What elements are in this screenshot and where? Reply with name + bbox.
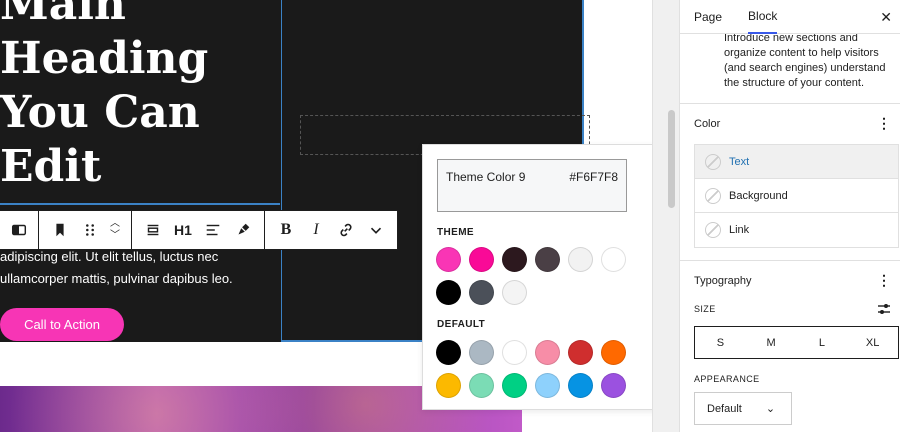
italic-icon[interactable]: I <box>301 215 331 245</box>
selected-color-hex: #F6F7F8 <box>569 170 618 184</box>
paragraph-block[interactable]: ip adipiscing elit. Ut elit tellus, luct… <box>0 224 280 290</box>
color-swatch[interactable] <box>436 340 461 365</box>
theme-swatches-row-1 <box>436 247 626 272</box>
size-label: SIZE <box>694 304 716 314</box>
paragraph-line-3: ullamcorper mattis, pulvinar dapibus leo… <box>0 271 233 286</box>
color-item-label: Text <box>729 155 750 168</box>
color-swatch[interactable] <box>601 373 626 398</box>
color-item-text[interactable]: Text <box>695 145 898 179</box>
move-down-icon[interactable]: ﹀ <box>110 230 120 242</box>
move-up-icon[interactable]: ︿ <box>110 218 120 230</box>
size-option-s[interactable]: S <box>695 327 746 358</box>
color-item-background[interactable]: Background <box>695 179 898 213</box>
color-swatch[interactable] <box>568 340 593 365</box>
heading-level-button[interactable]: H1 <box>168 215 198 245</box>
color-item-label: Background <box>729 189 788 202</box>
drag-handle-icon[interactable] <box>75 215 105 245</box>
size-option-xl[interactable]: XL <box>847 327 898 358</box>
color-item-list: Text Background Link <box>694 144 899 248</box>
tab-block[interactable]: Block <box>748 0 778 34</box>
color-swatch[interactable] <box>469 340 494 365</box>
heading-block[interactable]: Main Heading You Can Edit <box>0 0 280 205</box>
theme-swatches-row-2 <box>436 280 527 305</box>
default-swatches-row-1 <box>436 340 626 365</box>
default-label: DEFAULT <box>437 319 486 330</box>
chevron-down-icon[interactable] <box>361 215 391 245</box>
typography-options-icon[interactable]: ⋮ <box>877 272 891 289</box>
highlighter-icon[interactable] <box>228 215 258 245</box>
color-swatch[interactable] <box>568 247 593 272</box>
color-swatch[interactable] <box>436 247 461 272</box>
color-swatch[interactable] <box>568 373 593 398</box>
tab-page[interactable]: Page <box>694 0 722 34</box>
bookmark-icon[interactable] <box>45 215 75 245</box>
empty-swatch-icon <box>705 187 721 204</box>
align-icon[interactable] <box>138 215 168 245</box>
color-options-icon[interactable]: ⋮ <box>877 115 891 132</box>
color-swatch[interactable] <box>535 247 560 272</box>
chevron-down-icon: ⌄ <box>765 403 776 415</box>
selected-color-preview[interactable]: Theme Color 9 #F6F7F8 <box>437 159 627 212</box>
color-swatch[interactable] <box>502 247 527 272</box>
editor-scrollbar[interactable] <box>652 0 679 432</box>
color-swatch[interactable] <box>535 340 560 365</box>
block-description: Introduce new sections and organize cont… <box>724 32 886 89</box>
color-swatch[interactable] <box>502 373 527 398</box>
theme-label: THEME <box>437 227 474 238</box>
bold-icon[interactable]: B <box>271 215 301 245</box>
color-swatch[interactable] <box>601 247 626 272</box>
color-swatch[interactable] <box>436 373 461 398</box>
font-size-picker: S M L XL <box>694 326 899 359</box>
selected-color-name: Theme Color 9 <box>446 170 526 184</box>
heading-column[interactable]: Main Heading You Can Edit ip adipiscing … <box>0 0 282 342</box>
empty-swatch-icon <box>705 153 721 170</box>
color-item-link[interactable]: Link <box>695 213 898 247</box>
scrollbar-thumb[interactable] <box>668 110 675 208</box>
close-icon[interactable]: ✕ <box>880 9 892 26</box>
appearance-label: APPEARANCE <box>694 374 760 384</box>
color-swatch[interactable] <box>535 373 560 398</box>
main-heading[interactable]: Main Heading You Can Edit <box>0 0 280 194</box>
sidebar-tabs: Page Block ✕ <box>680 0 900 34</box>
appearance-select[interactable]: Default ⌄ <box>694 392 792 425</box>
size-option-l[interactable]: L <box>797 327 848 358</box>
color-item-label: Link <box>729 224 750 236</box>
columns-icon[interactable] <box>4 215 34 245</box>
color-picker-popover: Theme Color 9 #F6F7F8 THEME DEFAULT <box>422 144 665 410</box>
link-icon[interactable] <box>331 215 361 245</box>
size-option-m[interactable]: M <box>746 327 797 358</box>
block-mover: ︿ ﹀ <box>105 215 125 245</box>
call-to-action-button[interactable]: Call to Action <box>0 308 124 341</box>
settings-sidebar: Page Block ✕ Introduce new sections and … <box>679 0 900 432</box>
color-swatch[interactable] <box>436 280 461 305</box>
block-toolbar: ︿ ﹀ H1 B I <box>0 210 398 250</box>
color-swatch[interactable] <box>469 247 494 272</box>
color-swatch[interactable] <box>469 280 494 305</box>
typography-panel-title[interactable]: Typography <box>694 275 751 287</box>
color-swatch[interactable] <box>601 340 626 365</box>
color-panel-title[interactable]: Color <box>694 118 720 130</box>
text-align-icon[interactable] <box>198 215 228 245</box>
empty-swatch-icon <box>705 222 721 238</box>
color-swatch[interactable] <box>502 340 527 365</box>
color-swatch[interactable] <box>502 280 527 305</box>
size-settings-icon[interactable] <box>876 301 892 322</box>
color-swatch[interactable] <box>469 373 494 398</box>
default-swatches-row-2 <box>436 373 626 398</box>
appearance-value: Default <box>707 402 742 415</box>
